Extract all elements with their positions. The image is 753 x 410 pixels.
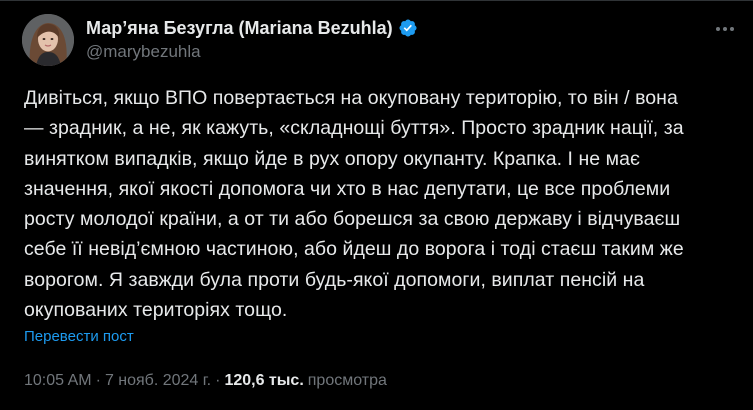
tweet-time[interactable]: 10:05 AM — [24, 372, 92, 390]
meta-separator: · — [215, 372, 221, 389]
more-dots-icon — [716, 27, 734, 31]
avatar-image — [22, 14, 74, 66]
name-row: Мар’яна Безугла (Mariana Bezuhla) — [86, 17, 418, 39]
tweet-card: Мар’яна Безугла (Mariana Bezuhla) @maryb… — [0, 0, 753, 410]
tweet-text-line: росту молодої країни, а от ти або борешс… — [24, 208, 681, 231]
tweet-text-line: значення, якої якості допомога чи хто в … — [24, 177, 671, 200]
tweet-date[interactable]: 7 нояб. 2024 г. — [105, 372, 211, 390]
views-label: просмотра — [307, 372, 387, 389]
meta-separator: · — [95, 372, 101, 389]
views-count[interactable]: 120,6 тыс. — [224, 372, 303, 390]
tweet-meta: 10:05 AM · 7 нояб. 2024 г. · 120,6 тыс. … — [24, 372, 387, 390]
tweet-text-line: — зрадник, а не, як кажуть, «складнощі б… — [24, 117, 684, 140]
tweet-text: Дивіться, якщо ВПО повертається на окупо… — [24, 83, 739, 325]
more-button[interactable] — [713, 19, 737, 39]
author-handle[interactable]: @marybezuhla — [86, 42, 418, 62]
tweet-text-line: ворогом. Я завжди була проти будь-якої д… — [24, 268, 645, 291]
avatar[interactable] — [22, 14, 74, 66]
verified-badge-icon[interactable] — [398, 18, 418, 38]
author-info: Мар’яна Безугла (Mariana Bezuhla) @maryb… — [86, 17, 418, 62]
tweet-text-line: себе її невід’ємною частиною, або йдеш д… — [24, 238, 684, 261]
tweet-text-line: винятком випадків, якщо йде в рух опору … — [24, 147, 641, 170]
tweet-text-line: окупованих територіях тощо. — [24, 299, 288, 322]
display-name[interactable]: Мар’яна Безугла (Mariana Bezuhla) — [86, 18, 393, 39]
translate-post-link[interactable]: Перевести пост — [24, 328, 134, 345]
tweet-text-line: Дивіться, якщо ВПО повертається на окупо… — [24, 87, 678, 109]
